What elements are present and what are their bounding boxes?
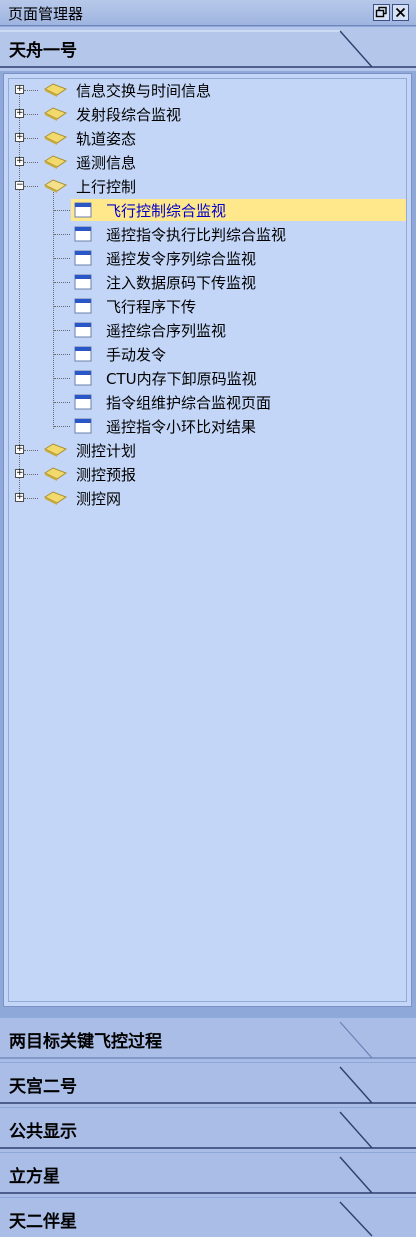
folder-icon (43, 443, 68, 457)
title-bar: 页面管理器 (0, 0, 416, 26)
section-label: 立方星 (9, 1167, 60, 1187)
section-label-active: 天舟一号 (9, 41, 77, 61)
tree-panel: + 信息交换与时间信息 + 发射段综合监视 + 轨道姿态 + 遥测信息 − 上行… (3, 73, 412, 1007)
folder-icon (43, 155, 68, 169)
tree-label: 遥控综合序列监视 (106, 322, 227, 340)
tree-folder-info-exchange[interactable]: + 信息交换与时间信息 (9, 79, 406, 101)
collapse-icon[interactable]: − (15, 181, 24, 190)
tree-line-h (54, 306, 70, 307)
section-header-two-target[interactable]: 两目标关键飞控过程 (0, 1018, 416, 1062)
section-tab-shape (0, 1156, 416, 1194)
section-label: 天宫二号 (9, 1077, 77, 1097)
page-icon (74, 394, 92, 410)
page-icon (74, 226, 92, 242)
tree-label: 测控网 (76, 490, 122, 508)
tree-label: 注入数据原码下传监视 (106, 274, 257, 292)
expand-icon[interactable]: + (15, 469, 24, 478)
tree-line-h (54, 354, 70, 355)
section-label: 公共显示 (9, 1122, 77, 1142)
tree-folder-uplink-control[interactable]: − 上行控制 (9, 175, 406, 197)
folder-icon (43, 83, 68, 97)
expand-icon[interactable]: + (15, 109, 24, 118)
restore-icon (375, 6, 387, 18)
tree-folder-telemetry[interactable]: + 遥测信息 (9, 151, 406, 173)
tree-label: 指令组维护综合监视页面 (106, 394, 272, 412)
tree-label: 测控计划 (76, 442, 137, 460)
tree-folder-orbit[interactable]: + 轨道姿态 (9, 127, 406, 149)
tree-view: + 信息交换与时间信息 + 发射段综合监视 + 轨道姿态 + 遥测信息 − 上行… (8, 78, 407, 1002)
tree-line-h (24, 114, 38, 115)
tree-line-h (24, 186, 38, 187)
expand-icon[interactable]: + (15, 133, 24, 142)
page-icon (74, 274, 92, 290)
tree-line-h (54, 330, 70, 331)
tree-folder-tt-network[interactable]: + 测控网 (9, 487, 406, 509)
tree-label: 遥测信息 (76, 154, 137, 172)
tree-folder-launch[interactable]: + 发射段综合监视 (9, 103, 406, 125)
folder-icon (43, 107, 68, 121)
page-icon (74, 250, 92, 266)
section-header-cubesat[interactable]: 立方星 (0, 1153, 416, 1197)
tree-folder-tt-forecast[interactable]: + 测控预报 (9, 463, 406, 485)
section-header-active[interactable]: 天舟一号 (0, 27, 416, 71)
window-title: 页面管理器 (8, 5, 84, 23)
expand-icon[interactable]: + (15, 157, 24, 166)
page-icon (74, 322, 92, 338)
tree-label: 测控预报 (76, 466, 137, 484)
page-icon (74, 370, 92, 386)
restore-button[interactable] (373, 4, 390, 21)
tree-line-h (54, 402, 70, 403)
tree-label: 手动发令 (106, 346, 167, 364)
expand-icon[interactable]: + (15, 445, 24, 454)
page-icon (74, 346, 92, 362)
page-icon (74, 202, 92, 218)
expand-icon[interactable]: + (15, 85, 24, 94)
tree-line-h (54, 210, 70, 211)
expand-icon[interactable]: + (15, 493, 24, 502)
tree-line-h (24, 450, 38, 451)
folder-icon (43, 467, 68, 481)
section-header-tiangong-2[interactable]: 天宫二号 (0, 1063, 416, 1107)
tree-line-h (24, 90, 38, 91)
tree-label: 发射段综合监视 (76, 106, 182, 124)
folder-icon (43, 131, 68, 145)
tree-line-h (24, 162, 38, 163)
tree-line-h (54, 258, 70, 259)
tree-label: 信息交换与时间信息 (76, 82, 212, 100)
tree-label: 轨道姿态 (76, 130, 137, 148)
section-header-public-display[interactable]: 公共显示 (0, 1108, 416, 1152)
section-header-companion-sat[interactable]: 天二伴星 (0, 1198, 416, 1237)
tree-line-h (54, 282, 70, 283)
section-label: 两目标关键飞控过程 (9, 1032, 162, 1052)
tree-line-h (24, 474, 38, 475)
tree-line-h (54, 426, 70, 427)
tree-line-h (24, 138, 38, 139)
tree-label: 遥控指令执行比判综合监视 (106, 226, 287, 244)
page-icon (74, 298, 92, 314)
tree-label: 遥控发令序列综合监视 (106, 250, 257, 268)
tree-label: 飞行程序下传 (106, 298, 197, 316)
tree-line-h (24, 498, 38, 499)
tree-line-h (54, 234, 70, 235)
close-icon (395, 7, 406, 18)
tree-folder-tt-plan[interactable]: + 测控计划 (9, 439, 406, 461)
section-label: 天二伴星 (9, 1212, 77, 1232)
tree-label: 上行控制 (76, 178, 137, 196)
tree-label: 飞行控制综合监视 (106, 202, 227, 220)
folder-icon (43, 491, 68, 505)
folder-open-icon (43, 179, 68, 193)
close-button[interactable] (392, 4, 409, 21)
tree-label: CTU内存下卸原码监视 (106, 370, 257, 388)
tree-label: 遥控指令小环比对结果 (106, 418, 257, 436)
page-icon (74, 418, 92, 434)
tree-line-h (54, 378, 70, 379)
